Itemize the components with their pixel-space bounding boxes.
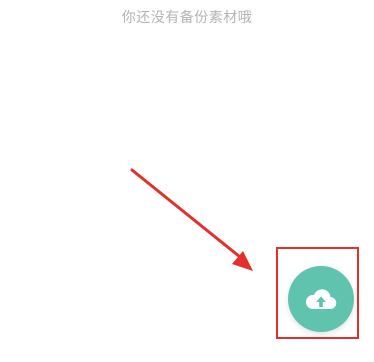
empty-state-message: 你还没有备份素材哦	[121, 10, 253, 26]
upload-button[interactable]	[288, 266, 354, 332]
cloud-upload-icon	[304, 287, 338, 311]
